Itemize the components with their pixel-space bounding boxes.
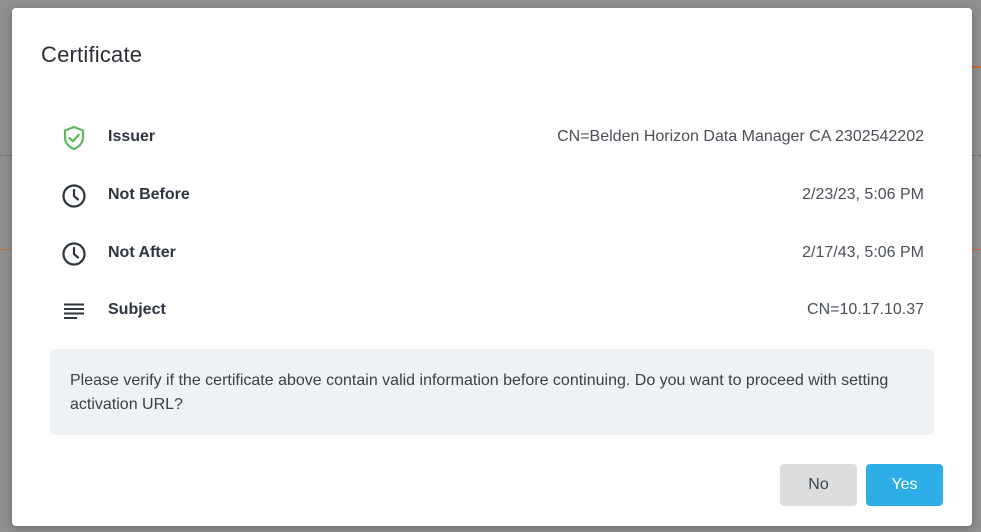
not-after-row: Not After 2/17/43, 5:06 PM: [60, 232, 924, 272]
lines-icon: [60, 297, 88, 325]
certificate-dialog: Certificate Issuer CN=Belden Horizon Dat…: [12, 8, 972, 526]
clock-icon: [60, 182, 88, 210]
subject-row: Subject CN=10.17.10.37: [60, 289, 924, 329]
shield-check-icon: [60, 124, 88, 152]
issuer-label: Issuer: [108, 128, 156, 145]
background-divider: [972, 155, 981, 157]
verification-notice: Please verify if the certificate above c…: [50, 349, 934, 435]
clock-icon: [60, 240, 88, 268]
not-after-value: 2/17/43, 5:06 PM: [802, 244, 924, 261]
notice-text: Please verify if the certificate above c…: [70, 372, 889, 413]
background-accent-line: [0, 249, 12, 250]
issuer-row: Issuer CN=Belden Horizon Data Manager CA…: [60, 116, 924, 156]
issuer-value: CN=Belden Horizon Data Manager CA 230254…: [557, 128, 924, 145]
background-accent-line: [972, 249, 981, 250]
yes-button[interactable]: Yes: [866, 464, 943, 506]
not-before-row: Not Before 2/23/23, 5:06 PM: [60, 174, 924, 214]
background-accent-line: [972, 66, 981, 68]
not-before-label: Not Before: [108, 186, 190, 203]
subject-label: Subject: [108, 301, 166, 318]
not-before-value: 2/23/23, 5:06 PM: [802, 186, 924, 203]
subject-value: CN=10.17.10.37: [807, 301, 924, 318]
not-after-label: Not After: [108, 244, 176, 261]
background-divider: [0, 155, 12, 157]
no-button[interactable]: No: [780, 464, 857, 506]
dialog-title: Certificate: [41, 42, 143, 67]
